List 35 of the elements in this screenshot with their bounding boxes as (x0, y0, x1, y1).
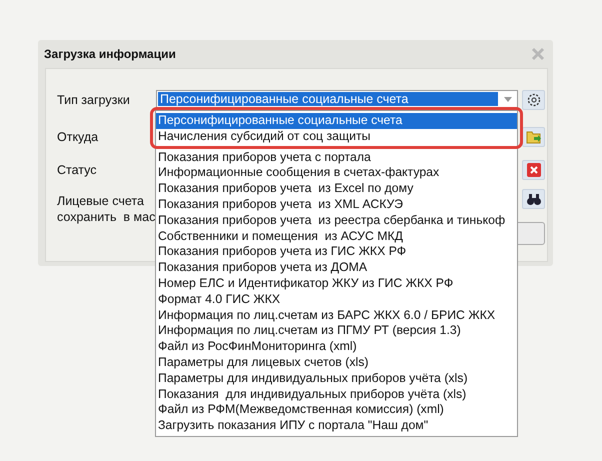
dropdown-option[interactable]: Параметры для лицевых счетов (xls) (156, 354, 517, 371)
dropdown-option[interactable]: Показания приборов учета из Excel по дому (156, 181, 517, 197)
field-label: Лицевые счета сохранить в мас (57, 193, 156, 225)
dropdown-option[interactable]: Собственники и помещения из АСУС МКД (156, 228, 517, 244)
close-icon (526, 162, 542, 178)
dropdown-option[interactable]: Начисления субсидий от соц защиты (156, 128, 517, 145)
dropdown-option[interactable]: Информация по лиц.счетам из ПГМУ РТ (версия 1.3) (156, 323, 517, 340)
dropdown-option[interactable]: Формат 4.0 ГИС ЖКХ (156, 292, 517, 308)
folder-button[interactable] (522, 127, 545, 147)
dropdown-option[interactable]: Файл из РФМ(Межведомственная комиссия) (xml) (156, 402, 517, 418)
dropdown-option[interactable]: Персонифицированные социальные счета (156, 113, 517, 129)
binoculars-icon (526, 191, 542, 207)
folder-icon (526, 129, 542, 145)
field-label: Тип загрузки (57, 93, 131, 107)
type-dropdown[interactable]: Персонифицированные социальные счета (156, 90, 518, 108)
dropdown-option[interactable]: Информация по лиц.счетам из БАРС ЖКХ 6.0 / БРИС ЖКХ (156, 308, 517, 324)
window-title: Загрузка информации (44, 47, 176, 61)
dropdown-option[interactable]: Файл из РосФинМониторинга (xml) (156, 339, 517, 355)
search-button[interactable] (522, 189, 545, 209)
dropdown-option[interactable]: Информационные сообщения в счетах-фактурах (156, 165, 517, 182)
field-label: Статус (57, 163, 98, 177)
dropdown-option[interactable]: Показания приборов учета с портала (156, 150, 517, 166)
dropdown-option[interactable]: Показания приборов учета из реестра сбербанка и тинькоф (156, 212, 517, 229)
dropdown-option[interactable]: Показания приборов учета из XML АСКУЭ (156, 196, 517, 213)
settings-button[interactable] (522, 90, 545, 110)
dropdown-option[interactable]: Номер ЕЛС и Идентификатор ЖКУ из ГИС ЖКХ РФ (156, 276, 517, 292)
dropdown-option[interactable]: Параметры для индивидуальных приборов учёта (xls) (156, 370, 517, 387)
delete-button[interactable] (522, 160, 545, 180)
dropdown-option[interactable]: Показания приборов учета из ДОМА (156, 260, 517, 276)
caret-icon (504, 96, 512, 102)
field-label: Откуда (57, 130, 100, 144)
dropdown-option[interactable]: Показания для индивидуальных приборов учёта (xls) (156, 386, 517, 402)
dropdown-option[interactable]: Загрузить показания ИПУ с портала "Наш дом" (156, 418, 517, 434)
gear-icon (526, 92, 542, 108)
dropdown-option[interactable]: Показания приборов учета из ГИС ЖКХ РФ (156, 244, 517, 260)
